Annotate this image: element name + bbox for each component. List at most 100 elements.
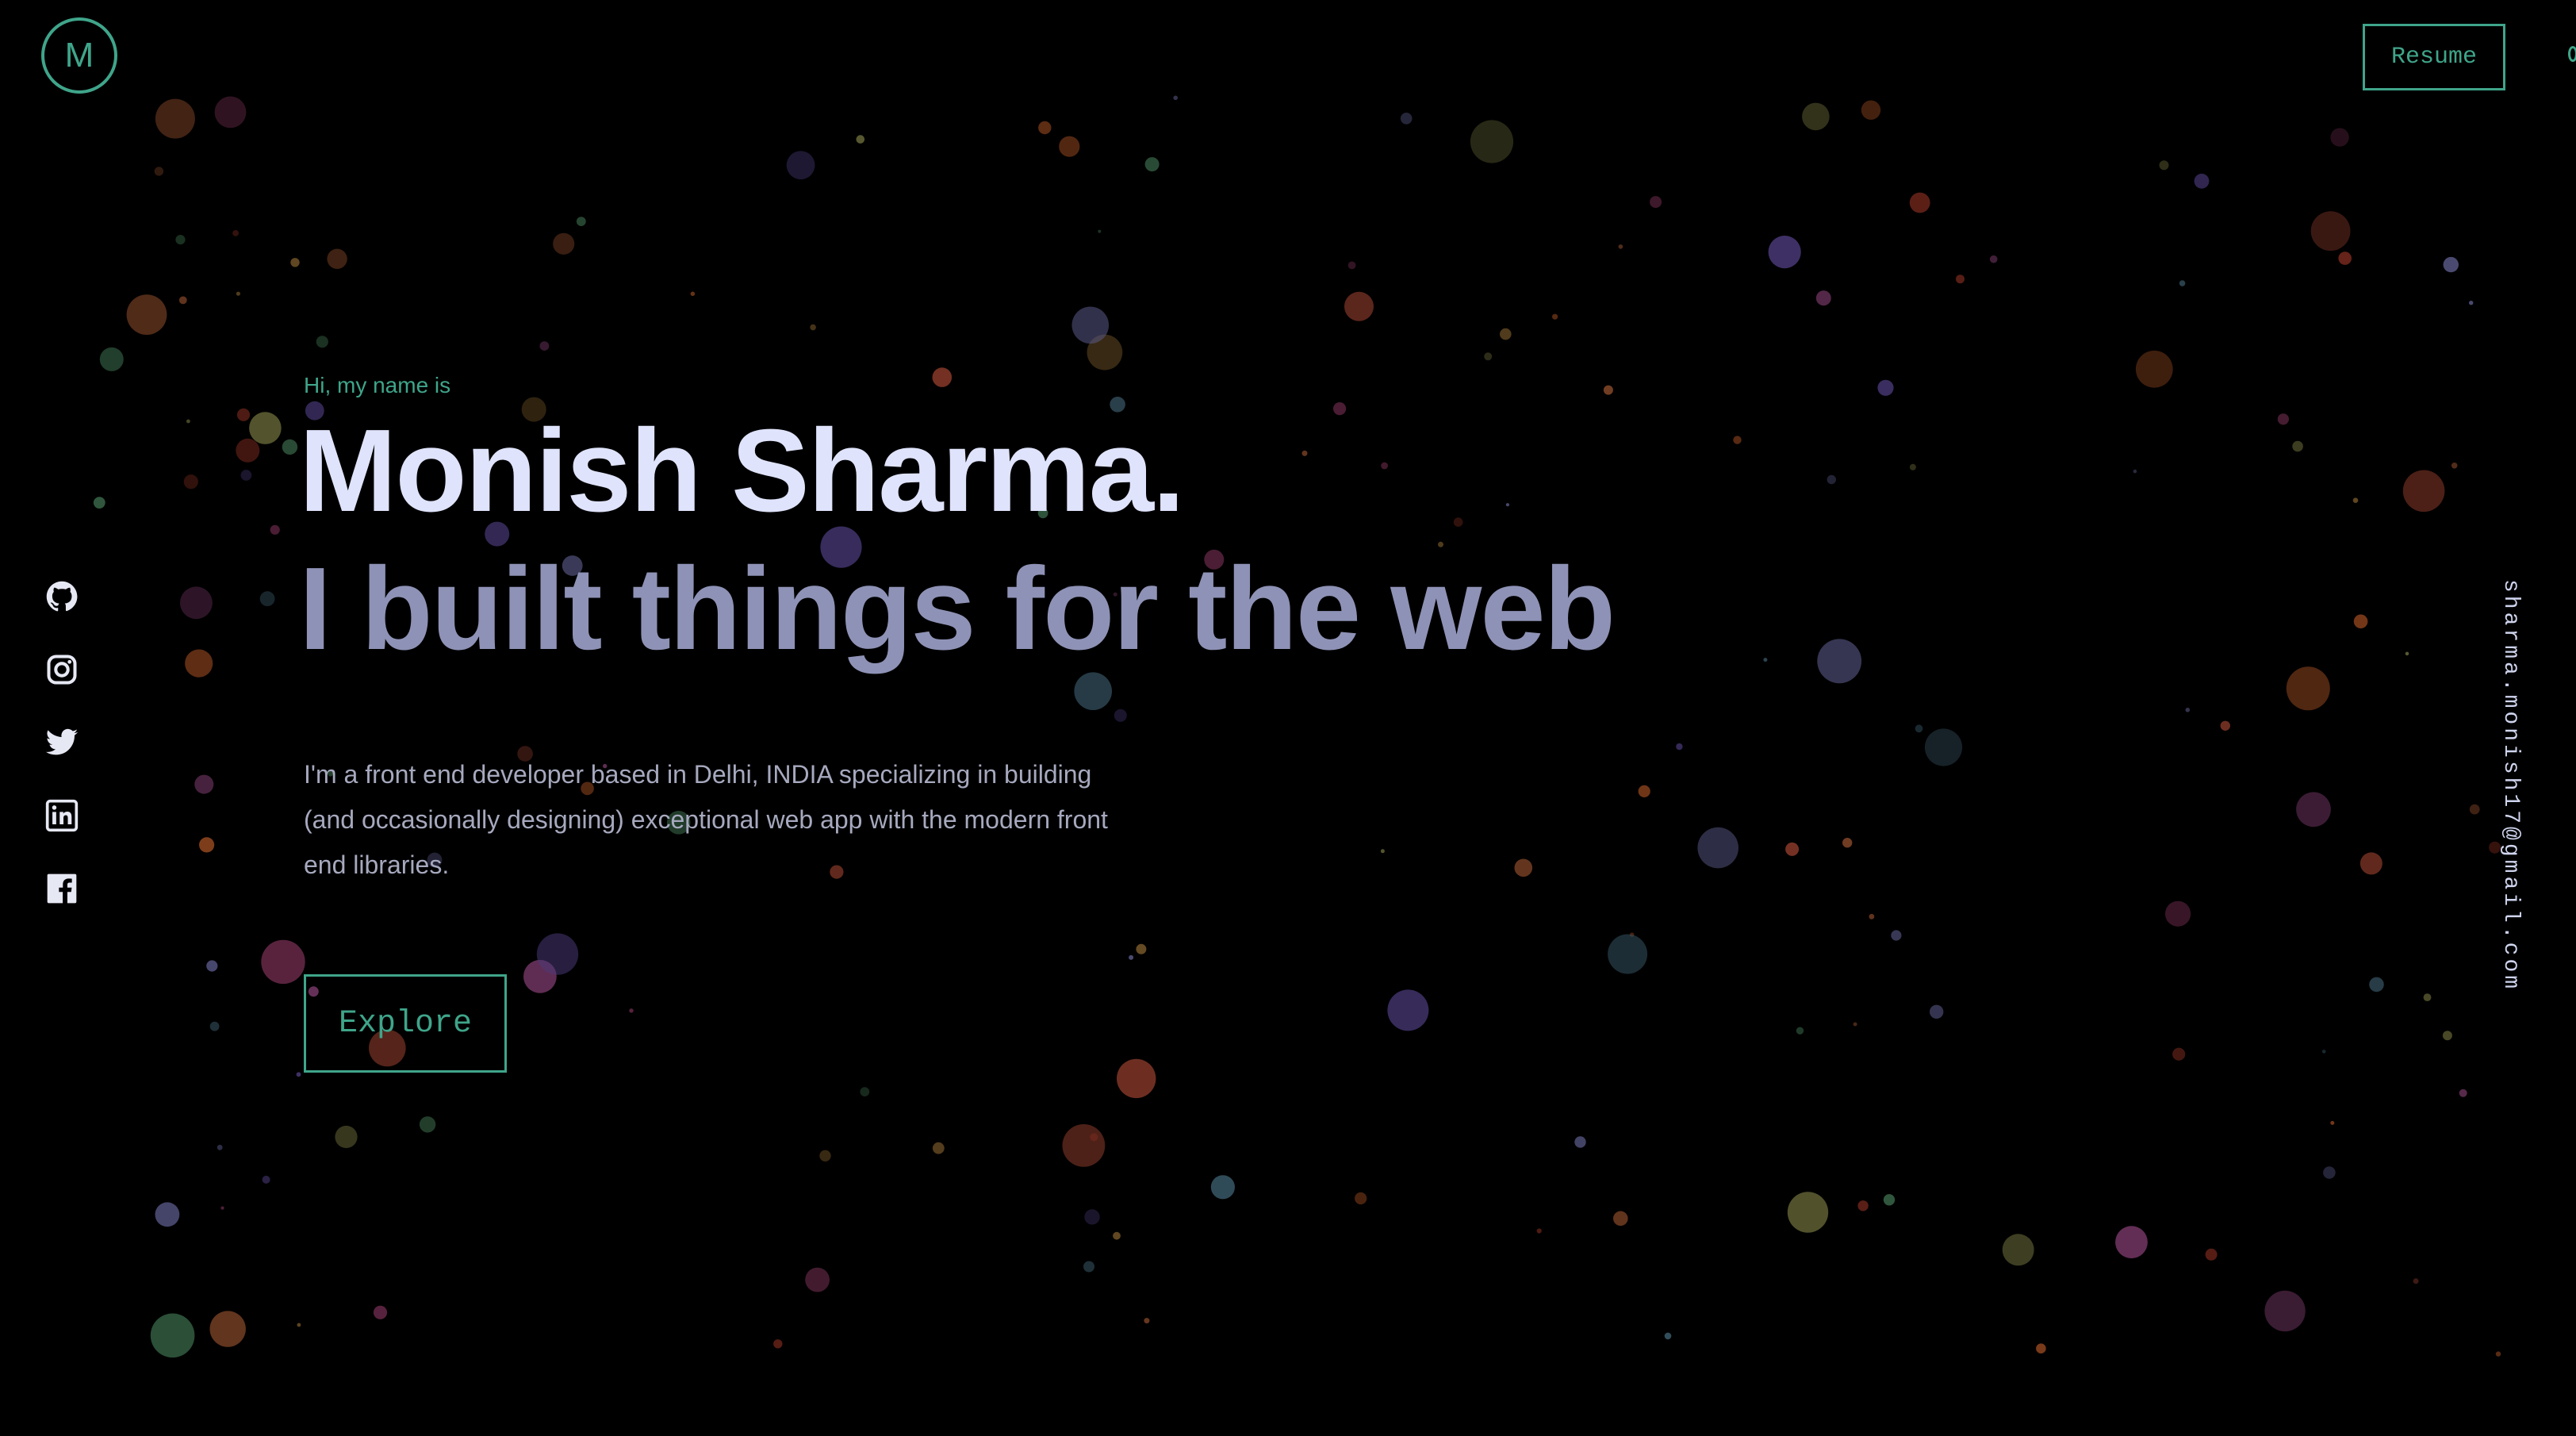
- particle-dot: [1883, 1194, 1896, 1206]
- particle-dot: [2036, 1343, 2046, 1353]
- particle-dot: [282, 439, 298, 455]
- particle-dot: [1210, 1175, 1235, 1200]
- particle-dot: [1842, 838, 1853, 848]
- particle-dot: [2323, 1166, 2336, 1179]
- particle-dot: [1930, 1004, 1944, 1019]
- particle-dot: [186, 419, 190, 424]
- particle-dot: [1470, 120, 1514, 163]
- particle-dot: [1536, 1228, 1542, 1234]
- linkedin-icon: [45, 799, 79, 832]
- particle-dot: [1785, 842, 1800, 856]
- particle-dot: [1924, 728, 1963, 766]
- particle-dot: [2330, 1120, 2335, 1125]
- particle-dot: [1861, 100, 1881, 120]
- particle-background: [93, 95, 2501, 1358]
- email-link[interactable]: sharma.monish17@gmail.com: [2498, 579, 2523, 992]
- particle-dot: [2165, 900, 2191, 927]
- github-icon: [46, 581, 78, 612]
- particle-dot: [1136, 943, 1147, 954]
- particle-dot: [249, 412, 282, 444]
- particle-dot: [2296, 792, 2331, 827]
- logo[interactable]: M: [41, 17, 117, 94]
- particle-dot: [206, 960, 218, 972]
- particle-dot: [290, 258, 300, 267]
- particle-dot: [1909, 463, 1916, 470]
- particle-dot: [1173, 95, 1178, 101]
- particle-dot: [126, 294, 167, 335]
- twitter-link[interactable]: [44, 725, 79, 760]
- particle-dot: [536, 933, 579, 975]
- particle-dot: [1787, 1192, 1829, 1233]
- particle-dot: [261, 939, 305, 985]
- particle-dot: [2205, 1248, 2218, 1261]
- particle-dot: [335, 1125, 358, 1149]
- twitter-icon: [45, 728, 79, 755]
- particle-dot: [1877, 379, 1894, 396]
- particle-dot: [1144, 1318, 1150, 1324]
- particle-dot: [629, 1008, 634, 1013]
- particle-dot: [805, 1267, 830, 1292]
- particle-dot: [1697, 827, 1738, 869]
- facebook-link[interactable]: [44, 871, 79, 906]
- particle-dot: [155, 98, 195, 139]
- particle-dot: [1552, 313, 1558, 320]
- particle-dot: [2172, 1047, 2186, 1061]
- social-links: [44, 579, 82, 944]
- particle-dot: [262, 1175, 270, 1184]
- particle-dot: [1071, 306, 1110, 344]
- particle-dot: [539, 341, 550, 351]
- particle-dot: [1817, 639, 1862, 684]
- particle-dot: [1909, 192, 1930, 213]
- particle-dot: [786, 151, 815, 180]
- particle-dot: [773, 1339, 783, 1349]
- particle-dot: [1664, 1332, 1672, 1340]
- particle-dot: [1603, 385, 1613, 395]
- particle-dot: [297, 1323, 301, 1327]
- particle-dot: [1114, 708, 1127, 722]
- github-link[interactable]: [44, 579, 79, 614]
- particle-dot: [99, 347, 124, 371]
- particle-dot: [419, 1116, 436, 1133]
- resume-button[interactable]: Resume: [2363, 24, 2505, 90]
- particle-dot: [93, 497, 105, 509]
- particle-dot: [2352, 497, 2359, 503]
- particle-dot: [220, 1206, 224, 1210]
- particle-dot: [1038, 121, 1052, 135]
- instagram-icon: [47, 655, 77, 685]
- particle-dot: [1676, 743, 1683, 751]
- particle-dot: [154, 167, 164, 176]
- particle-dot: [1098, 229, 1102, 233]
- explore-button[interactable]: Explore: [304, 974, 507, 1073]
- particle-dot: [2402, 470, 2445, 513]
- particle-dot: [932, 367, 953, 387]
- particle-dot: [1989, 255, 1998, 263]
- particle-dot: [1768, 236, 1801, 269]
- particle-dot: [553, 232, 575, 255]
- particle-dot: [819, 1150, 831, 1162]
- particle-dot: [185, 649, 213, 678]
- particle-dot: [1613, 1211, 1628, 1227]
- particle-dot: [2185, 708, 2191, 712]
- particle-dot: [2277, 413, 2289, 425]
- hero-tagline: I built things for the web: [299, 543, 1616, 674]
- particle-dot: [2423, 993, 2432, 1001]
- particle-dot: [1857, 1200, 1869, 1211]
- particle-dot: [1827, 474, 1836, 485]
- particle-dot: [1090, 1133, 1098, 1142]
- particle-dot: [2194, 173, 2210, 189]
- particle-dot: [1574, 1136, 1586, 1148]
- particle-dot: [217, 1144, 223, 1150]
- instagram-link[interactable]: [44, 652, 79, 687]
- particle-dot: [932, 1142, 945, 1154]
- particle-dot: [1400, 113, 1413, 125]
- particle-dot: [1802, 102, 1830, 131]
- particle-dot: [1869, 913, 1875, 920]
- particle-dot: [2369, 977, 2384, 993]
- particle-dot: [199, 837, 215, 853]
- particle-dot: [1129, 954, 1134, 960]
- linkedin-link[interactable]: [44, 798, 79, 833]
- particle-dot: [259, 591, 275, 607]
- particle-dot: [860, 1087, 870, 1096]
- particle-dot: [1355, 1192, 1367, 1205]
- particle-dot: [150, 1313, 195, 1358]
